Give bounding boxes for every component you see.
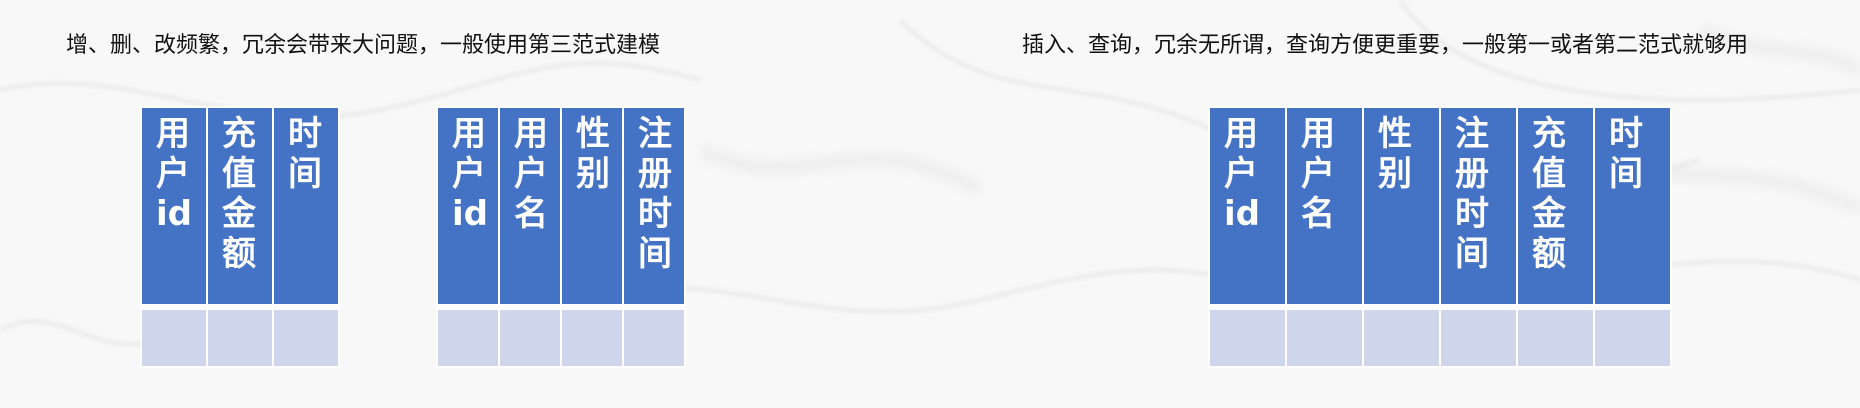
column-header: 用户id [436,106,500,308]
table-cell [1516,304,1595,368]
table-cell [206,304,274,368]
column-header: 注册时间 [622,106,686,308]
user-table: 用户id 用户名 性别 注册时间 [436,106,686,368]
table-cell [1208,304,1287,368]
column-header: 用户id [140,106,208,308]
column-header: 注册时间 [1439,106,1518,308]
column-header: 用户id [1208,106,1287,308]
table-header-row: 用户id 充值金额 时间 [140,106,340,308]
recharge-table: 用户id 充值金额 时间 [140,106,340,368]
table-cell [1285,304,1364,368]
table-header-row: 用户id 用户名 性别 注册时间 [436,106,686,308]
column-header: 时间 [1593,106,1672,308]
caption-third-normal-form: 增、删、改频繁，冗余会带来大问题，一般使用第三范式建模 [66,33,661,58]
column-header: 充值金额 [1516,106,1595,308]
column-header: 充值金额 [206,106,274,308]
table-row [140,304,340,368]
table-cell [1362,304,1441,368]
caption-first-second-normal-form: 插入、查询，冗余无所谓，查询方便更重要，一般第一或者第二范式就够用 [1022,33,1749,58]
column-header: 性别 [1362,106,1441,308]
column-header: 性别 [560,106,624,308]
table-cell [1439,304,1518,368]
table-header-row: 用户id 用户名 性别 注册时间 充值金额 时间 [1208,106,1672,308]
column-header: 时间 [272,106,340,308]
column-header: 用户名 [1285,106,1364,308]
merged-wide-table: 用户id 用户名 性别 注册时间 充值金额 时间 [1208,106,1672,368]
table-cell [272,304,340,368]
table-row [436,304,686,368]
table-cell [436,304,500,368]
table-cell [560,304,624,368]
table-row [1208,304,1672,368]
table-cell [622,304,686,368]
table-cell [1593,304,1672,368]
table-cell [140,304,208,368]
column-header: 用户名 [498,106,562,308]
table-cell [498,304,562,368]
